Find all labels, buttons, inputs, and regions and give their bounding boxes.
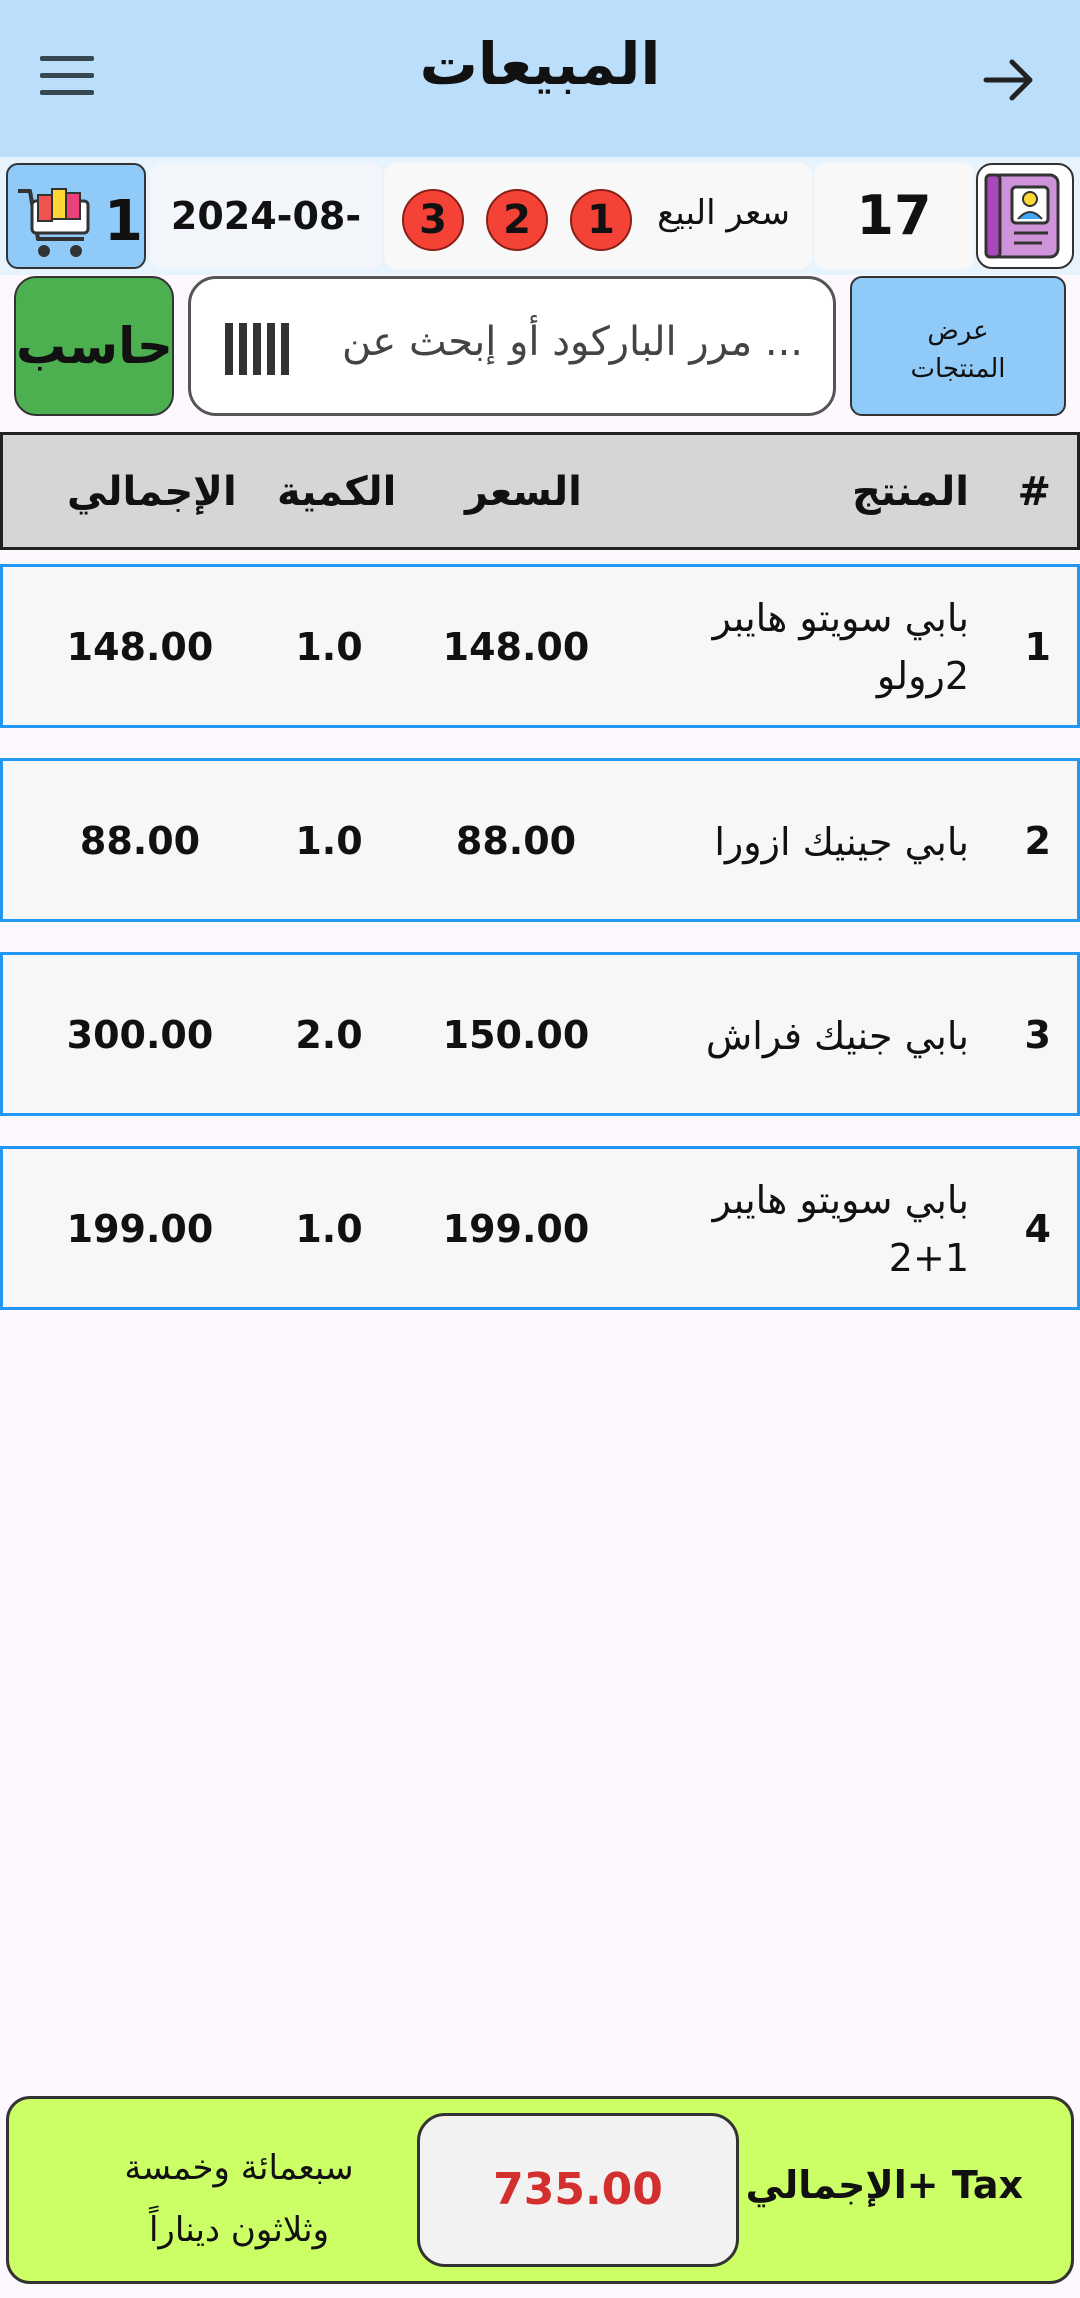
row-total: 88.00	[79, 819, 201, 863]
header-total: الإجمالي	[67, 469, 237, 515]
row-qty: 1.0	[295, 625, 363, 669]
barcode-search-input[interactable]: مرر الباركود أو إبحث عن ...	[188, 276, 836, 416]
header-price: السعر	[465, 469, 582, 515]
info-strip: 1 2024-08-28 3 2 1 سعر البيع 17	[0, 157, 1080, 344]
price-option-1[interactable]: 1	[570, 189, 632, 251]
contacts-book-icon	[984, 173, 1060, 259]
row-price: 148.00	[442, 625, 590, 669]
row-total: 148.00	[66, 625, 214, 669]
contacts-button[interactable]	[976, 163, 1074, 269]
row-total: 300.00	[66, 1013, 214, 1057]
table-row[interactable]: 1 بابي سويتو هايبر 2رولو 148.00 1.0 148.…	[0, 564, 1080, 728]
row-qty: 1.0	[295, 819, 363, 863]
price-option-3[interactable]: 3	[402, 189, 464, 251]
table-row[interactable]: 3 بابي جنيك فراش 150.00 2.0 300.00	[0, 952, 1080, 1116]
app-bar: المبيعات	[0, 0, 1080, 157]
row-num: 3	[1024, 1013, 1051, 1057]
page-title: المبيعات	[419, 30, 661, 98]
calculate-button[interactable]: حاسب	[14, 276, 174, 416]
row-product: بابي سويتو هايبر 2رولو	[712, 596, 969, 698]
row-price: 199.00	[442, 1207, 590, 1251]
cart-count: 1	[104, 189, 143, 254]
row-price: 88.00	[455, 819, 577, 863]
arrow-right-icon[interactable]	[980, 50, 1040, 110]
row-product: بابي جنيك فراش	[705, 1014, 969, 1058]
row-product: بابي سويتو هايبر 1+2	[712, 1178, 969, 1280]
products-label-line2: المنتجات	[910, 354, 1006, 384]
table-row[interactable]: 4 بابي سويتو هايبر 1+2 199.00 1.0 199.00	[0, 1146, 1080, 1310]
row-num: 1	[1024, 625, 1051, 669]
price-option-2[interactable]: 2	[486, 189, 548, 251]
total-footer: سبعمائة وخمسة وثلاثون ديناراً 735.00 الإ…	[6, 2096, 1074, 2284]
total-amount[interactable]: 735.00	[417, 2113, 739, 2267]
price-selector: 3 2 1 سعر البيع	[384, 163, 812, 269]
search-placeholder: مرر الباركود أو إبحث عن ...	[341, 319, 803, 365]
row-qty: 1.0	[295, 1207, 363, 1251]
header-num: #	[1017, 469, 1051, 515]
products-label-line1: عرض	[927, 316, 989, 346]
table-header: # المنتج السعر الكمية الإجمالي	[0, 432, 1080, 550]
barcode-icon[interactable]	[223, 323, 293, 375]
total-in-words: سبعمائة وخمسة وثلاثون ديناراً	[124, 2148, 354, 2250]
row-total: 199.00	[66, 1207, 214, 1251]
row-price: 150.00	[442, 1013, 590, 1057]
sale-date[interactable]: 2024-08-28	[150, 163, 382, 344]
table-row[interactable]: 2 بابي جينيك ازورا 88.00 1.0 88.00	[0, 758, 1080, 922]
row-product: بابي جينيك ازورا	[714, 820, 969, 864]
price-label: سعر البيع	[657, 193, 790, 233]
invoice-number: 17	[814, 163, 974, 269]
shopping-cart-icon	[14, 177, 98, 263]
row-num: 2	[1024, 819, 1051, 863]
header-product: المنتج	[851, 469, 969, 515]
header-qty: الكمية	[277, 469, 397, 515]
cart-button[interactable]: 1	[6, 163, 146, 269]
row-qty: 2.0	[295, 1013, 363, 1057]
row-num: 4	[1024, 1207, 1051, 1251]
view-products-button[interactable]: عرض المنتجات	[850, 276, 1066, 416]
total-label: الإجمالي+ Tax	[745, 2163, 1023, 2207]
